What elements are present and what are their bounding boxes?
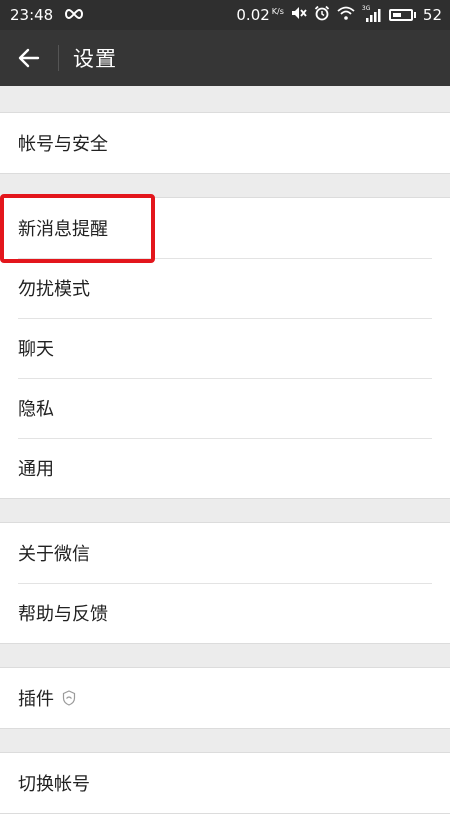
status-bar: 23:48 0.02 K/s 3G 52: [0, 0, 450, 30]
setting-plugins[interactable]: 插件: [0, 668, 450, 728]
setting-account-security[interactable]: 帐号与安全: [0, 113, 450, 173]
network-speed: 0.02 K/s: [236, 6, 284, 24]
setting-label: 插件: [18, 689, 54, 710]
settings-group-about: 关于微信 帮助与反馈: [0, 522, 450, 644]
signal-type-label: 3G: [361, 5, 371, 12]
arrow-left-icon: [18, 48, 40, 68]
page-title: 设置: [73, 47, 117, 71]
setting-switch-account[interactable]: 切换帐号: [0, 753, 450, 813]
plugin-shield-icon: [62, 690, 76, 706]
title-divider: [58, 45, 59, 71]
settings-group-account: 帐号与安全: [0, 112, 450, 174]
alarm-icon: [314, 5, 330, 25]
setting-label: 通用: [18, 459, 54, 480]
setting-privacy[interactable]: 隐私: [0, 378, 450, 438]
setting-about-wechat[interactable]: 关于微信: [0, 523, 450, 583]
wifi-icon: [337, 6, 355, 24]
settings-group-plugins: 插件: [0, 667, 450, 729]
highlight-box: [0, 194, 155, 263]
setting-general[interactable]: 通用: [0, 438, 450, 498]
battery-level: 52: [422, 6, 442, 24]
back-button[interactable]: [0, 30, 58, 86]
battery-icon: [388, 9, 416, 21]
setting-label: 勿扰模式: [18, 279, 90, 300]
network-speed-unit: K/s: [271, 7, 284, 16]
infinity-icon: [63, 6, 85, 24]
setting-do-not-disturb[interactable]: 勿扰模式: [0, 258, 450, 318]
setting-help-feedback[interactable]: 帮助与反馈: [0, 583, 450, 643]
setting-label: 隐私: [18, 399, 54, 420]
signal-icon: 3G: [361, 5, 382, 22]
battery-fill: [392, 13, 401, 17]
setting-label: 帮助与反馈: [18, 604, 108, 625]
setting-chat[interactable]: 聊天: [0, 318, 450, 378]
network-speed-value: 0.02: [236, 6, 270, 24]
title-bar: 设置: [0, 30, 450, 86]
setting-label: 切换帐号: [18, 774, 90, 795]
setting-label: 帐号与安全: [18, 134, 108, 155]
clock: 23:48: [10, 6, 54, 24]
mute-icon: [291, 6, 307, 24]
settings-group-switch-account: 切换帐号: [0, 752, 450, 814]
setting-label: 聊天: [18, 339, 54, 360]
setting-label: 关于微信: [18, 544, 90, 565]
